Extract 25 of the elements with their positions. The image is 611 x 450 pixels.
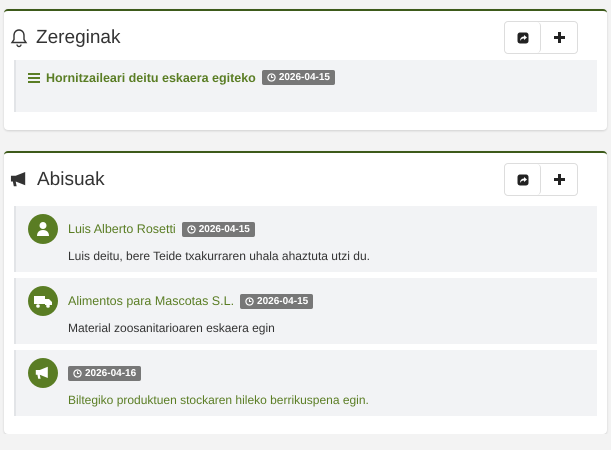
notice-message: Biltegiko produktuen stockaren hileko berrikuspena egin. — [68, 393, 370, 407]
truck-icon — [34, 294, 52, 308]
share-icon — [516, 32, 528, 44]
date-badge: 2026-04-15 — [182, 222, 255, 236]
clock-icon — [245, 296, 254, 306]
panel-title: Zereginak — [36, 26, 120, 48]
list-icon — [28, 72, 40, 82]
date-badge: 2026-04-15 — [262, 70, 335, 85]
clock-icon — [73, 368, 82, 378]
task-link[interactable]: Hornitzaileari deitu eskaera egiteko — [46, 70, 256, 84]
date-badge: 2026-04-16 — [68, 366, 142, 380]
bell-icon — [10, 28, 28, 48]
clock-icon — [186, 224, 196, 234]
megaphone-icon — [35, 366, 51, 380]
notice-message: Material zoosanitarioaren eskaera egin — [68, 321, 276, 335]
clock-icon — [266, 73, 276, 82]
notice-message: Luis deitu, bere Teide txakurraren uhala ahaztuta utzi du. — [68, 249, 371, 263]
person-icon — [36, 221, 50, 237]
sender-link[interactable]: Alimentos para Mascotas S.L. — [68, 294, 234, 308]
plus-icon — [554, 32, 564, 43]
date-badge: 2026-04-15 — [240, 294, 314, 308]
plus-icon — [554, 174, 564, 185]
sender-link[interactable]: Luis Alberto Rosetti — [68, 222, 176, 236]
panel-title: Abisuak — [37, 168, 105, 190]
share-icon — [516, 174, 528, 186]
